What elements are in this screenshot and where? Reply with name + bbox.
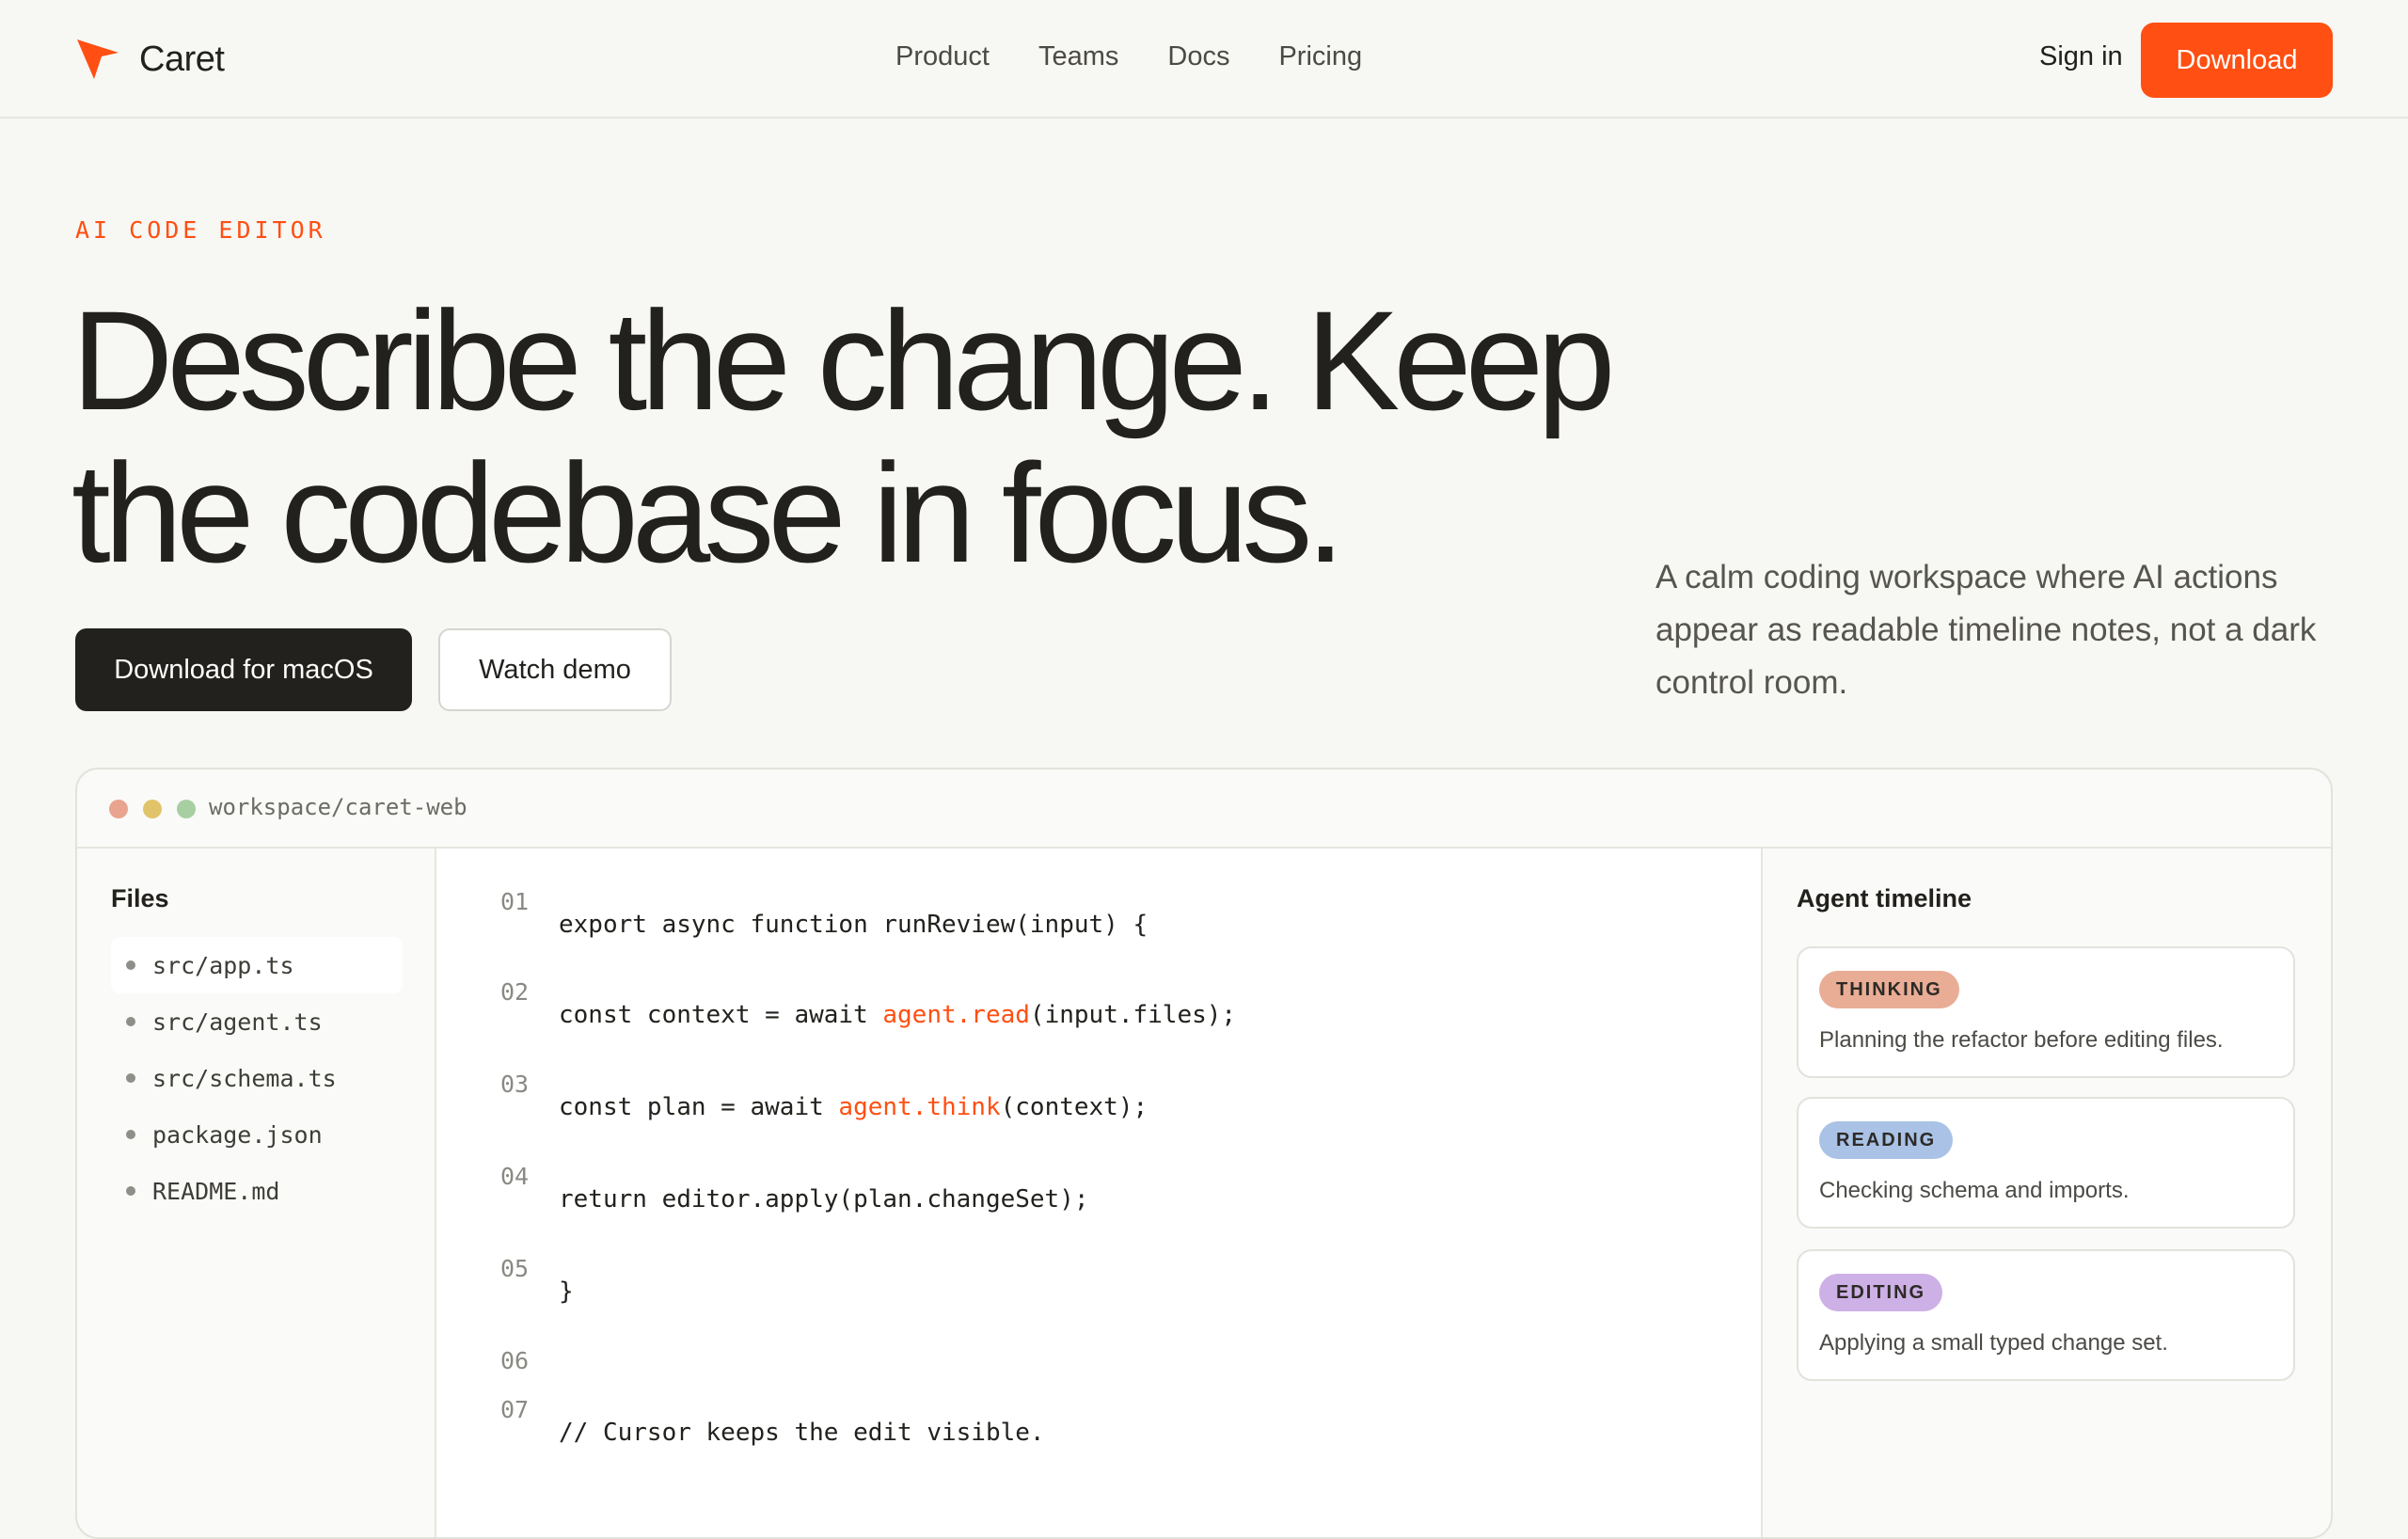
eyebrow-label: AI CODE EDITOR bbox=[75, 216, 326, 244]
file-bullet-icon bbox=[126, 960, 135, 970]
line-number: 02 bbox=[500, 978, 530, 1006]
nav-link-docs[interactable]: Docs bbox=[1167, 41, 1229, 72]
file-item-package-json[interactable]: package.json bbox=[111, 1106, 403, 1163]
file-name: src/schema.ts bbox=[152, 1064, 337, 1092]
editor-window: workspace/caret-web Files src/app.ts src… bbox=[75, 768, 2333, 1539]
code-line[interactable]: const plan = await agent.think(context); bbox=[559, 1093, 1148, 1121]
line-number: 06 bbox=[500, 1347, 530, 1374]
code-line[interactable]: // Cursor keeps the edit visible. bbox=[559, 1419, 1045, 1447]
file-name: package.json bbox=[152, 1120, 323, 1149]
logo[interactable]: Caret bbox=[75, 36, 225, 83]
files-title: Files bbox=[111, 884, 169, 912]
timeline-card-reading[interactable]: READING Checking schema and imports. bbox=[1797, 1097, 2295, 1229]
nav-link-teams[interactable]: Teams bbox=[1038, 41, 1118, 72]
hero-headline: Describe the change. Keep the codebase i… bbox=[71, 284, 1671, 589]
code-editor[interactable]: 01 export async function runReview(input… bbox=[436, 849, 1763, 1537]
code-line[interactable]: export async function runReview(input) { bbox=[559, 911, 1148, 939]
top-nav: Caret Product Teams Docs Pricing Sign in… bbox=[0, 0, 2408, 119]
nav-link-product[interactable]: Product bbox=[895, 41, 990, 72]
status-badge: THINKING bbox=[1819, 971, 1959, 1008]
file-item-schema-ts[interactable]: src/schema.ts bbox=[111, 1050, 403, 1106]
window-close-dot[interactable] bbox=[109, 800, 128, 818]
headline-line-2: the codebase in focus. bbox=[71, 434, 1345, 592]
headline-line-1: Describe the change. Keep bbox=[71, 281, 1616, 439]
caret-logo-icon bbox=[77, 40, 119, 79]
nav-links: Product Teams Docs Pricing bbox=[895, 41, 1411, 72]
file-name: src/app.ts bbox=[152, 951, 294, 979]
code-line[interactable]: } bbox=[559, 1277, 574, 1306]
timeline-title: Agent timeline bbox=[1797, 884, 1972, 912]
file-bullet-icon bbox=[126, 1186, 135, 1196]
status-badge: EDITING bbox=[1819, 1274, 1943, 1311]
window-zoom-dot[interactable] bbox=[177, 800, 196, 818]
timeline-note: Planning the refactor before editing fil… bbox=[1819, 1027, 2224, 1053]
file-item-agent-ts[interactable]: src/agent.ts bbox=[111, 993, 403, 1050]
file-name: src/agent.ts bbox=[152, 1007, 323, 1036]
window-minimize-dot[interactable] bbox=[143, 800, 162, 818]
file-name: README.md bbox=[152, 1177, 280, 1205]
line-number: 07 bbox=[500, 1396, 530, 1423]
watch-demo-button[interactable]: Watch demo bbox=[438, 628, 672, 711]
download-button[interactable]: Download bbox=[2141, 23, 2333, 98]
line-number: 03 bbox=[500, 1071, 530, 1098]
file-bullet-icon bbox=[126, 1130, 135, 1139]
status-badge: READING bbox=[1819, 1121, 1954, 1159]
file-item-readme-md[interactable]: README.md bbox=[111, 1163, 403, 1219]
window-title-bar: workspace/caret-web bbox=[77, 770, 2331, 849]
file-bullet-icon bbox=[126, 1073, 135, 1083]
file-item-app-ts[interactable]: src/app.ts bbox=[111, 937, 403, 993]
brand-name: Caret bbox=[139, 39, 225, 79]
timeline-card-editing[interactable]: EDITING Applying a small typed change se… bbox=[1797, 1249, 2295, 1381]
file-bullet-icon bbox=[126, 1017, 135, 1026]
line-number: 04 bbox=[500, 1163, 530, 1190]
code-line[interactable]: return editor.apply(plan.changeSet); bbox=[559, 1185, 1089, 1214]
timeline-note: Checking schema and imports. bbox=[1819, 1178, 2130, 1203]
sign-in-link[interactable]: Sign in bbox=[2039, 41, 2123, 72]
workspace-path: workspace/caret-web bbox=[209, 794, 467, 820]
line-number: 01 bbox=[500, 888, 530, 915]
code-line[interactable]: const context = await agent.read(input.f… bbox=[559, 1001, 1236, 1029]
timeline-note: Applying a small typed change set. bbox=[1819, 1330, 2168, 1356]
hero-subtitle: A calm coding workspace where AI actions… bbox=[1656, 559, 2317, 701]
download-macos-button[interactable]: Download for macOS bbox=[75, 628, 412, 711]
nav-link-pricing[interactable]: Pricing bbox=[1278, 41, 1362, 72]
line-number: 05 bbox=[500, 1255, 530, 1282]
agent-timeline-panel: Agent timeline THINKING Planning the ref… bbox=[1763, 849, 2331, 1537]
timeline-card-thinking[interactable]: THINKING Planning the refactor before ed… bbox=[1797, 946, 2295, 1078]
files-panel: Files src/app.ts src/agent.ts src/schema… bbox=[77, 849, 436, 1537]
